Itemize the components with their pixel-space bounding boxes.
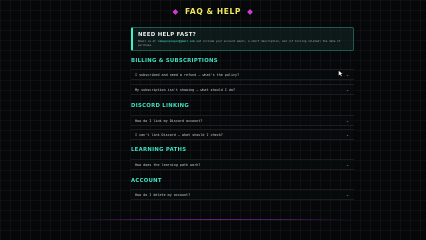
help-body: Email us at rumegioplayer@gmail.com and … [138,39,349,47]
diamond-icon: ◆ [247,7,254,16]
faq-item[interactable]: I subscribed and need a refund — what's … [131,69,354,80]
section-heading-learning-paths: LEARNING PATHS [131,147,187,153]
help-heading: NEED HELP FAST? [138,32,197,38]
faq-question: How does the learning path work? [135,163,201,167]
need-help-callout: NEED HELP FAST? Email us at rumegioplaye… [131,27,354,51]
section-heading-billing: BILLING & SUBSCRIPTIONS [131,58,218,64]
chevron-down-icon: ⌄ [345,133,349,137]
section-heading-account: ACCOUNT [131,178,162,184]
page-title-text: FAQ & HELP [185,7,241,16]
faq-question: How do I link my Discord account? [135,119,203,123]
faq-item[interactable]: How does the learning path work? ⌄ [131,159,354,170]
support-email-link[interactable]: rumegioplayer@gmail.com [157,39,194,43]
faq-item[interactable]: How do I delete my account? ⌄ [131,189,354,200]
chevron-down-icon: ⌄ [345,88,349,92]
page-title: ◆ FAQ & HELP ◆ [0,7,426,17]
faq-question: I subscribed and need a refund — what's … [135,73,240,77]
mouse-cursor-icon [338,70,343,77]
chevron-down-icon: ⌄ [345,119,349,123]
footer-divider [70,219,356,220]
chevron-down-icon: ⌄ [345,73,349,77]
faq-question: I can't link Discord — what should I che… [135,133,223,137]
chevron-down-icon: ⌄ [345,163,349,167]
faq-question: My subscription isn't showing — what sho… [135,88,236,92]
faq-item[interactable]: I can't link Discord — what should I che… [131,129,354,140]
section-heading-discord: DISCORD LINKING [131,103,190,109]
faq-question: How do I delete my account? [135,193,191,197]
chevron-down-icon: ⌄ [345,193,349,197]
faq-item[interactable]: My subscription isn't showing — what sho… [131,84,354,95]
diamond-icon: ◆ [172,7,179,16]
faq-item[interactable]: How do I link my Discord account? ⌄ [131,115,354,126]
